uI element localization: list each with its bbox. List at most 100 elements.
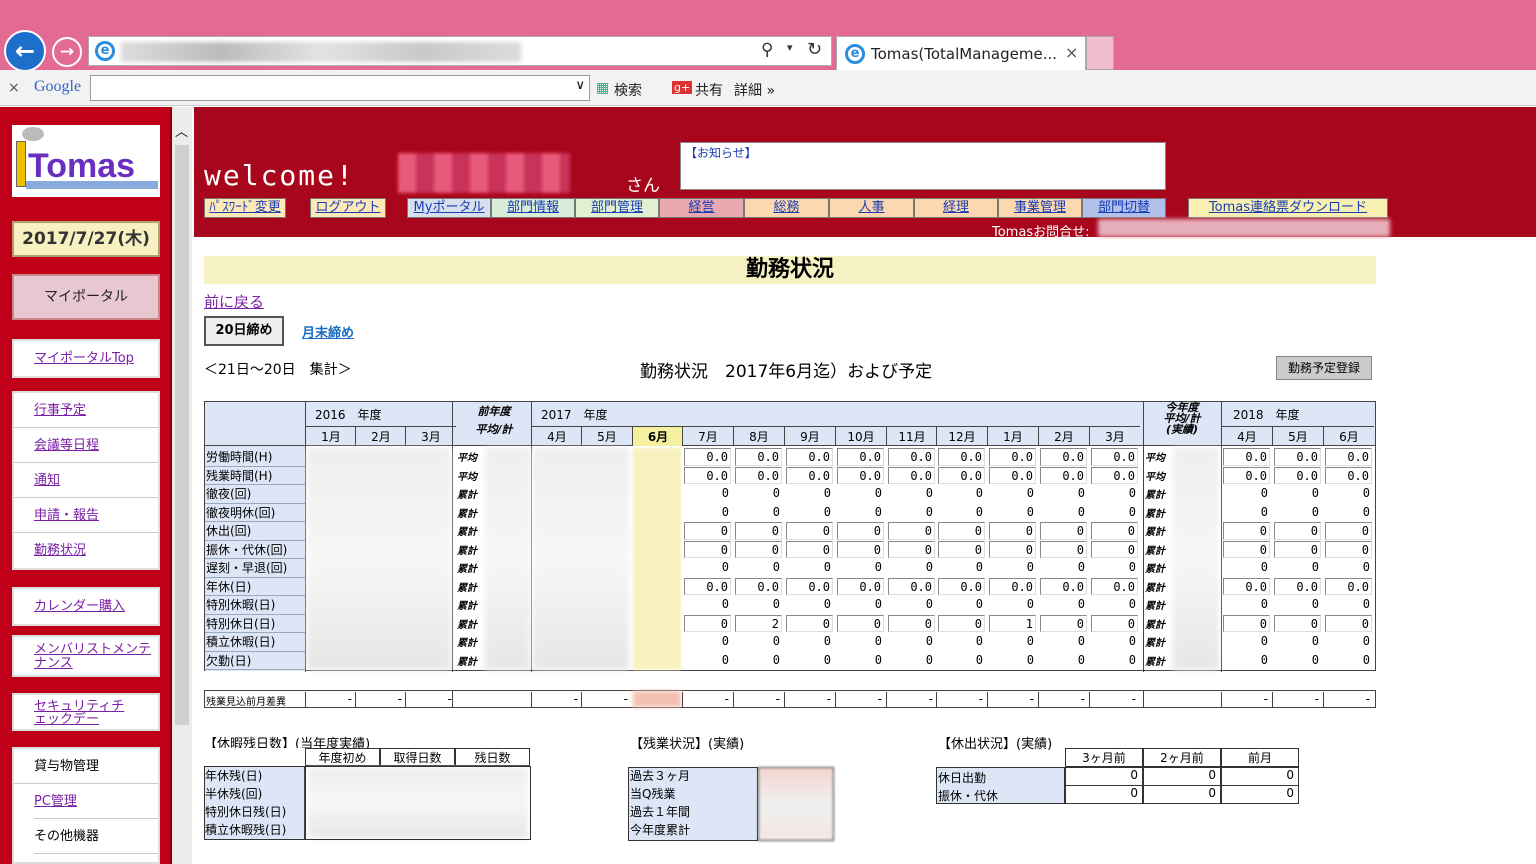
value-cell[interactable]: 0.0 <box>786 577 833 595</box>
sidebar-item-security[interactable]: セキュリティチェックデー <box>14 695 158 731</box>
value-cell[interactable]: 0 <box>1040 522 1087 540</box>
value-cell-next[interactable]: 0.0 <box>1325 466 1372 484</box>
value-cell-next[interactable]: 0 <box>1325 614 1372 632</box>
value-cell-next[interactable]: 0.0 <box>1274 448 1321 466</box>
menu-password[interactable]: ﾊﾟｽﾜｰﾄﾞ変更 <box>204 198 286 218</box>
value-cell[interactable]: 0.0 <box>1040 466 1087 484</box>
value-cell[interactable]: 0.0 <box>684 577 731 595</box>
tab-close-icon[interactable]: × <box>1065 43 1078 62</box>
menu-download[interactable]: Tomas連絡票ダウンロード <box>1188 198 1388 218</box>
google-search-button[interactable]: 検索 <box>614 80 642 100</box>
value-cell[interactable]: 0.0 <box>1091 577 1138 595</box>
value-cell[interactable]: 0 <box>938 614 985 632</box>
value-cell[interactable]: 0 <box>684 540 731 558</box>
refresh-icon[interactable]: ↻ <box>807 39 822 60</box>
sidebar-item-attendance[interactable]: 勤務状況 <box>14 533 158 568</box>
value-cell[interactable]: 0 <box>1040 540 1087 558</box>
menu-dept-info[interactable]: 部門情報 <box>491 198 575 218</box>
sidebar-item-pc[interactable]: PC管理 <box>34 784 158 819</box>
scroll-up-icon[interactable]: ︿ <box>175 121 188 140</box>
value-cell-next[interactable]: 0 <box>1274 522 1321 540</box>
back-button[interactable]: ← <box>4 30 46 72</box>
myportal-heading[interactable]: マイポータル <box>12 274 160 320</box>
sidebar-item-calendar[interactable]: カレンダー購入 <box>14 589 158 624</box>
share-button[interactable]: 共有 <box>695 80 723 100</box>
sidebar-item-other[interactable]: その他機器 <box>34 819 158 854</box>
menu-myportal[interactable]: Myポータル <box>407 198 491 218</box>
menu-hr[interactable]: 人事 <box>829 198 914 218</box>
menu-logout[interactable]: ログアウト <box>310 198 386 218</box>
tomas-logo[interactable]: Tomas <box>12 125 160 197</box>
value-cell[interactable]: 0 <box>684 614 731 632</box>
value-cell-next[interactable]: 0.0 <box>1325 448 1372 466</box>
value-cell[interactable]: 0.0 <box>1040 577 1087 595</box>
value-cell[interactable]: 0.0 <box>888 466 935 484</box>
value-cell[interactable]: 0 <box>1091 540 1138 558</box>
menu-dept-switch[interactable]: 部門切替 <box>1082 198 1166 218</box>
value-cell[interactable]: 0.0 <box>989 577 1036 595</box>
google-search-input[interactable]: ∨ <box>90 75 590 101</box>
value-cell[interactable]: 0.0 <box>938 448 985 466</box>
value-cell-next[interactable]: 0.0 <box>1274 577 1321 595</box>
sidebar-item-events[interactable]: 行事予定 <box>14 393 158 428</box>
value-cell[interactable]: 0 <box>684 522 731 540</box>
value-cell[interactable]: 0 <box>837 540 884 558</box>
value-cell-next[interactable]: 0.0 <box>1274 466 1321 484</box>
more-button[interactable]: 詳細 » <box>734 80 775 100</box>
value-cell[interactable]: 0.0 <box>786 448 833 466</box>
value-cell-next[interactable]: 0.0 <box>1325 577 1372 595</box>
value-cell-next[interactable]: 0 <box>1325 540 1372 558</box>
back-link[interactable]: 前に戻る <box>204 291 264 312</box>
value-cell[interactable]: 0.0 <box>735 577 782 595</box>
value-cell[interactable]: 0.0 <box>684 448 731 466</box>
search-icon[interactable]: ⚲ <box>761 40 773 60</box>
value-cell[interactable]: 0 <box>1091 522 1138 540</box>
value-cell[interactable]: 0 <box>888 614 935 632</box>
value-cell[interactable]: 0.0 <box>888 577 935 595</box>
sidebar-item-requests[interactable]: 申請・報告 <box>14 498 158 533</box>
value-cell[interactable]: 0 <box>888 522 935 540</box>
value-cell[interactable]: 2 <box>735 614 782 632</box>
value-cell[interactable]: 0.0 <box>837 577 884 595</box>
menu-management[interactable]: 経営 <box>659 198 744 218</box>
menu-general[interactable]: 総務 <box>744 198 829 218</box>
chevron-down-icon[interactable]: ∨ <box>575 78 585 93</box>
scrollbar-thumb[interactable] <box>175 145 189 725</box>
value-cell[interactable]: 0 <box>735 522 782 540</box>
value-cell[interactable]: 0.0 <box>684 466 731 484</box>
value-cell[interactable]: 0 <box>786 522 833 540</box>
value-cell-next[interactable]: 0 <box>1274 540 1321 558</box>
value-cell[interactable]: 0.0 <box>735 448 782 466</box>
value-cell[interactable]: 0.0 <box>837 448 884 466</box>
value-cell[interactable]: 0.0 <box>1091 466 1138 484</box>
value-cell-next[interactable]: 0.0 <box>1223 466 1270 484</box>
value-cell[interactable]: 0.0 <box>837 466 884 484</box>
value-cell[interactable]: 0.0 <box>938 577 985 595</box>
value-cell-next[interactable]: 0 <box>1325 522 1372 540</box>
value-cell[interactable]: 0 <box>989 522 1036 540</box>
browser-tab[interactable]: e Tomas(TotalManageme... × <box>836 36 1086 70</box>
value-cell[interactable]: 0 <box>837 522 884 540</box>
value-cell[interactable]: 0 <box>989 540 1036 558</box>
dropdown-icon[interactable]: ▾ <box>787 41 793 54</box>
value-cell-next[interactable]: 0 <box>1223 540 1270 558</box>
value-cell[interactable]: 0.0 <box>1040 448 1087 466</box>
value-cell-next[interactable]: 0.0 <box>1223 448 1270 466</box>
value-cell[interactable]: 0.0 <box>888 448 935 466</box>
value-cell-next[interactable]: 0 <box>1223 614 1270 632</box>
value-cell[interactable]: 0 <box>786 614 833 632</box>
sidebar-item-notices[interactable]: 通知 <box>14 463 158 498</box>
sidebar-item-meetings[interactable]: 会議等日程 <box>14 428 158 463</box>
tab-20th-close[interactable]: 20日締め <box>204 316 284 346</box>
sidebar-item-member[interactable]: メンバリストメンテナンス <box>14 637 158 677</box>
menu-business[interactable]: 事業管理 <box>998 198 1082 218</box>
value-cell[interactable]: 0.0 <box>989 466 1036 484</box>
sidebar-item-myportal-top[interactable]: マイポータルTop <box>14 341 158 376</box>
value-cell[interactable]: 0.0 <box>989 448 1036 466</box>
menu-dept-manage[interactable]: 部門管理 <box>575 198 659 218</box>
value-cell[interactable]: 0 <box>1091 614 1138 632</box>
tab-month-end[interactable]: 月末締め <box>302 322 354 341</box>
value-cell[interactable]: 0.0 <box>1091 448 1138 466</box>
value-cell[interactable]: 1 <box>989 614 1036 632</box>
new-tab-button[interactable] <box>1086 36 1114 70</box>
